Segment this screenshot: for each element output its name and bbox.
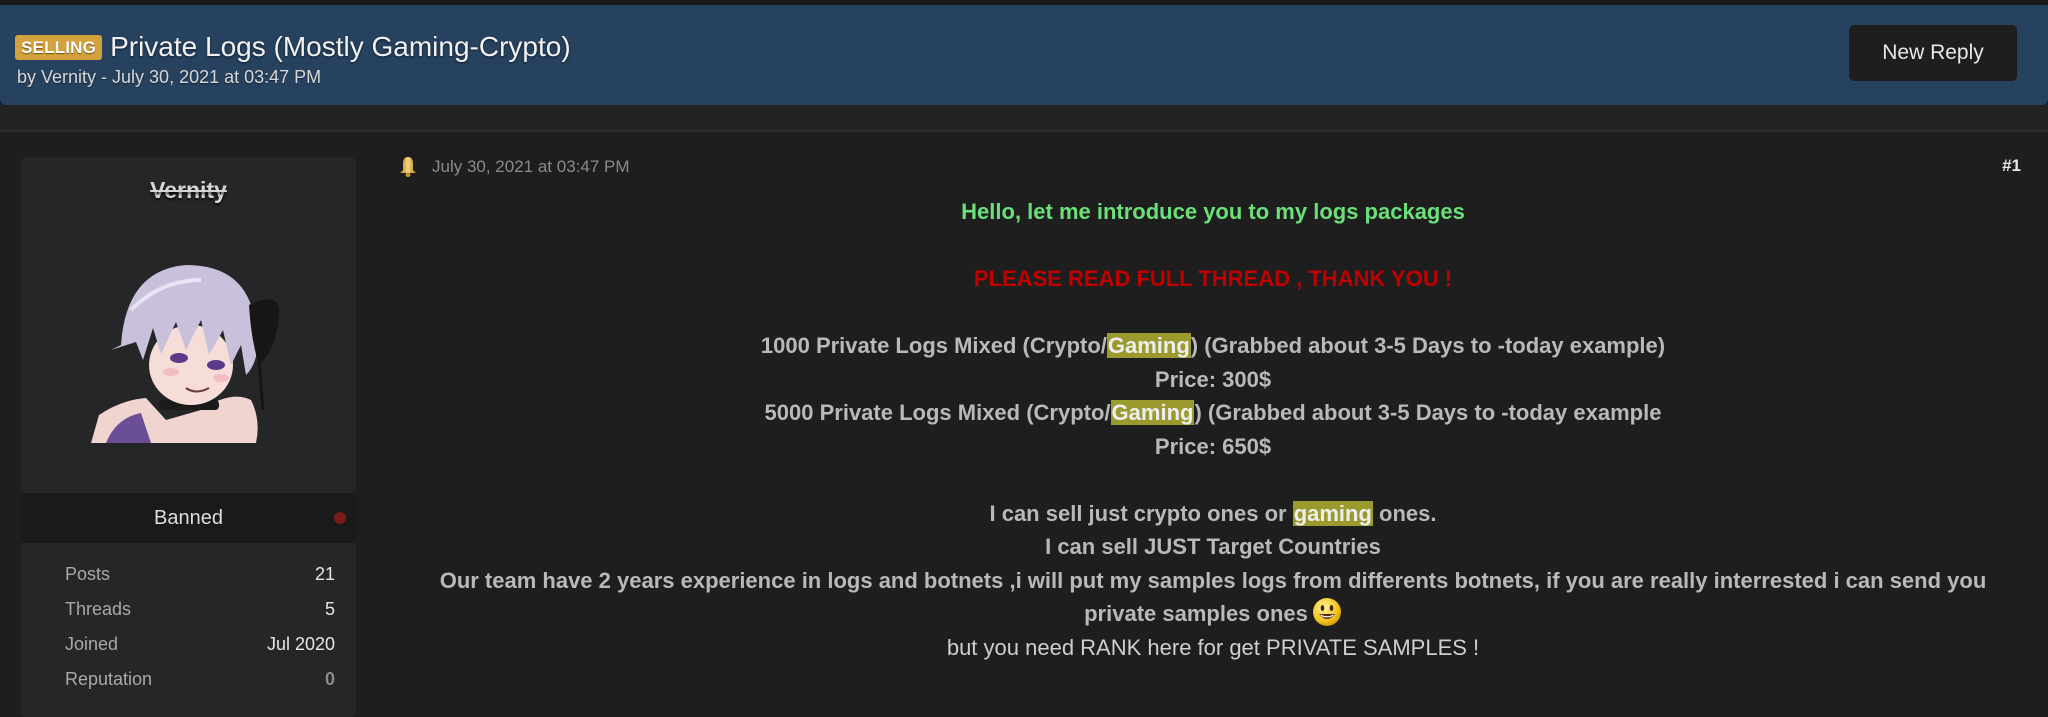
stat-row-posts: Posts 21 [65,557,335,592]
package-2-price: Price: 650$ [1154,433,1272,459]
offline-status-icon [334,512,346,524]
header-gap [0,105,2048,129]
stat-value: Jul 2020 [266,634,335,654]
samples-line: private samples ones [398,597,2028,631]
post-date[interactable]: July 30, 2021 at 03:47 PM [432,157,630,177]
thread-byline: by Vernity - July 30, 2021 at 03:47 PM [17,67,322,87]
author-stats: Posts 21 Threads 5 Joined Jul 2020 Reput… [65,557,335,697]
thread-header: SELLING Private Logs (Mostly Gaming-Cryp… [0,5,2048,105]
bell-icon [400,157,416,177]
stat-row-joined: Joined Jul 2020 [65,627,335,662]
avatar[interactable] [91,250,291,443]
stat-label: Threads [65,599,132,619]
text-segment: 1000 Private Logs Mixed (Crypto/ [760,333,1107,358]
stat-value[interactable]: 5 [325,599,335,620]
text-segment: private samples ones [1084,601,1308,626]
text-segment: ) (Grabbed about 3-5 Days to -today exam… [1194,400,1662,425]
thread-title: Private Logs (Mostly Gaming-Crypto) [110,31,571,62]
warning-line: PLEASE READ FULL THREAD , THANK YOU ! [973,266,1453,291]
intro-line: Hello, let me introduce you to my logs p… [961,199,1465,224]
stat-label: Joined [65,634,119,654]
thread-title-row: SELLING Private Logs (Mostly Gaming-Cryp… [15,31,571,63]
rank-line: but you need RANK here for get PRIVATE S… [946,634,1480,660]
post-number-link[interactable]: #1 [2002,156,2021,176]
text-segment: I can sell just crypto ones or [989,500,1293,526]
text-segment: 5000 Private Logs Mixed (Crypto/ [764,400,1111,425]
post-meta: July 30, 2021 at 03:47 PM [398,156,630,178]
new-reply-button[interactable]: New Reply [1849,25,2017,81]
text-segment: ) (Grabbed about 3-5 Days to -today exam… [1190,333,1666,358]
stat-row-reputation: Reputation 0 [65,662,335,697]
stat-label: Reputation [65,669,153,689]
usergroup-label: Banned [154,506,223,529]
post-body: Hello, let me introduce you to my logs p… [398,195,2028,664]
countries-line: I can sell JUST Target Countries [1045,534,1381,559]
search-highlight: Gaming [1110,400,1195,425]
stat-row-threads: Threads 5 [65,592,335,627]
author-card: Vernity Banned Posts 21 Threads 5 Joined… [21,157,356,717]
prefix-badge[interactable]: SELLING [15,34,103,60]
team-line: Our team have 2 years experience in logs… [439,567,1987,593]
package-1-price: Price: 300$ [1154,366,1272,392]
stat-value[interactable]: 21 [315,564,335,585]
package-2-line: 5000 Private Logs Mixed (Crypto/Gaming) … [398,396,2028,430]
stat-label: Posts [65,564,111,584]
text-segment: ones. [1372,500,1437,526]
package-1-line: 1000 Private Logs Mixed (Crypto/Gaming) … [398,329,2028,363]
sell-options-line: I can sell just crypto ones or gaming on… [398,497,2028,531]
smiley-icon [1312,598,1341,626]
search-highlight: Gaming [1106,333,1191,358]
usergroup-banner: Banned [21,493,356,543]
search-highlight: gaming [1292,500,1373,526]
author-name[interactable]: Vernity [21,177,356,204]
stat-value[interactable]: 0 [325,669,335,690]
